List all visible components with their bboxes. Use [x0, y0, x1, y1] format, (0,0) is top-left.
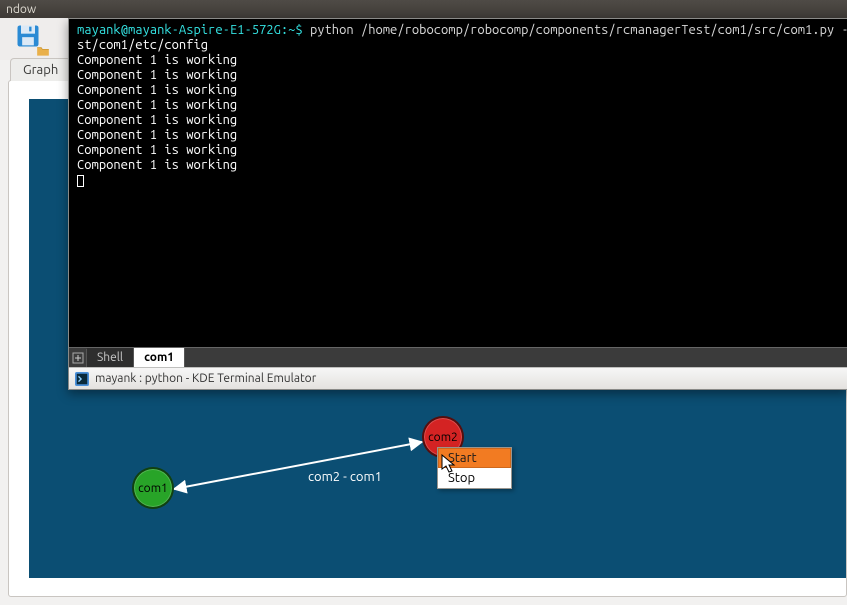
mouse-cursor-icon — [441, 454, 457, 474]
node-label: com1 — [138, 482, 168, 495]
terminal-output-lines: Component 1 is working Component 1 is wo… — [77, 53, 237, 172]
terminal-cursor-icon — [77, 175, 84, 187]
tab-label: com1 — [144, 351, 174, 364]
terminal-title: mayank : python - KDE Terminal Emulator — [95, 372, 316, 385]
tab-label: Graph — [23, 63, 58, 77]
plus-icon — [72, 352, 84, 364]
terminal-tab-shell[interactable]: Shell — [87, 348, 134, 367]
node-label: com2 — [428, 431, 458, 444]
terminal-command: python /home/robocomp/robocomp/component… — [310, 23, 847, 37]
konsole-icon — [75, 372, 89, 386]
window-titlebar: ndow — [0, 0, 847, 18]
window-title: ndow — [6, 3, 36, 16]
terminal-output[interactable]: mayank@mayank-Aspire-E1-572G:~$ python /… — [69, 19, 847, 347]
terminal-window[interactable]: mayank@mayank-Aspire-E1-572G:~$ python /… — [68, 18, 847, 390]
terminal-tab-com1[interactable]: com1 — [134, 348, 185, 367]
tab-graph[interactable]: Graph — [10, 58, 71, 81]
edge-label: com2 - com1 — [308, 470, 382, 484]
node-com1[interactable]: com1 — [132, 467, 174, 509]
tab-label: Shell — [97, 351, 123, 364]
terminal-line: st/com1/etc/config — [77, 38, 208, 52]
terminal-prompt: mayank@mayank-Aspire-E1-572G:~$ — [77, 23, 303, 37]
terminal-tabbar: Shell com1 — [69, 347, 847, 367]
terminal-titlebar: mayank : python - KDE Terminal Emulator — [69, 367, 847, 389]
terminal-new-tab-button[interactable] — [69, 349, 87, 367]
